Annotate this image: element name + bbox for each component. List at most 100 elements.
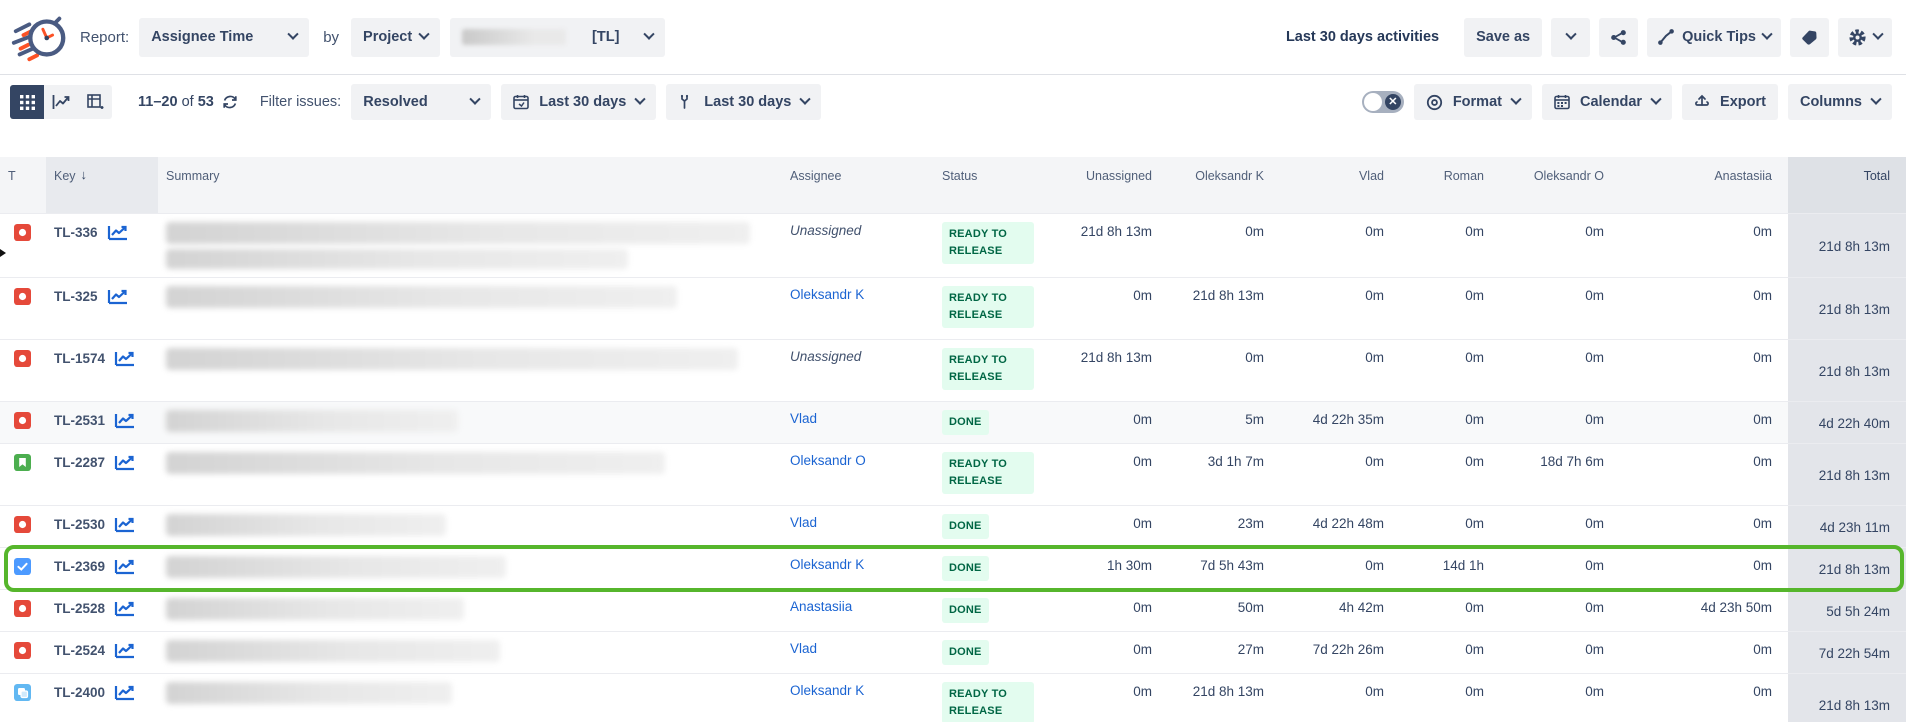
issue-row-TL-2530[interactable]: TL-2530VladDONE0m23m4d 22h 48m0m0m0m4d 2… [0, 505, 1906, 547]
assignee-link[interactable]: Vlad [790, 641, 817, 656]
column-header-total[interactable]: Total [1788, 157, 1906, 213]
summary-redacted-text [166, 514, 446, 536]
time-value-p5: 0m [1620, 278, 1788, 311]
column-header-status[interactable]: Status [934, 157, 1058, 213]
time-value-p4: 0m [1500, 340, 1620, 373]
column-header-p5[interactable]: Anastasiia [1620, 157, 1788, 213]
settings-button[interactable] [1838, 18, 1892, 57]
issue-trend-chart-icon[interactable] [114, 600, 136, 617]
save-as-button[interactable]: Save as [1464, 18, 1542, 57]
column-header-p2[interactable]: Vlad [1280, 157, 1400, 213]
issue-trend-chart-icon[interactable] [114, 684, 136, 701]
time-value-p3: 0m [1400, 402, 1500, 435]
assignee-link[interactable]: Vlad [790, 411, 817, 426]
total-time-value: 21d 8h 13m [1788, 674, 1906, 722]
assignee-link[interactable]: Oleksandr K [790, 557, 864, 572]
chevron-down-icon [800, 94, 811, 105]
time-value-p3: 0m [1400, 214, 1500, 247]
quick-tips-button[interactable]: Quick Tips [1647, 18, 1781, 57]
issue-trend-chart-icon[interactable] [114, 558, 136, 575]
issue-trend-chart-icon[interactable] [107, 288, 129, 305]
save-as-menu-button[interactable] [1551, 18, 1590, 57]
issue-trend-chart-icon[interactable] [114, 454, 136, 471]
issue-row-TL-336[interactable]: TL-336UnassignedREADY TO RELEASE21d 8h 1… [0, 213, 1906, 277]
filter-issues-label: Filter issues: [260, 94, 341, 110]
issue-trend-chart-icon[interactable] [114, 642, 136, 659]
grid-view-button[interactable] [10, 85, 44, 119]
issue-trend-chart-icon[interactable] [114, 350, 136, 367]
issue-key[interactable]: TL-2531 [54, 413, 105, 428]
issue-row-TL-325[interactable]: TL-325Oleksandr KREADY TO RELEASE0m21d 8… [0, 277, 1906, 339]
assignee-link[interactable]: Vlad [790, 515, 817, 530]
calendar-dropdown[interactable]: Calendar [1542, 84, 1672, 120]
chart-view-button[interactable] [44, 85, 78, 119]
issue-trend-chart-icon[interactable] [114, 412, 136, 429]
column-header-key[interactable]: Key↓ [46, 157, 158, 213]
compact-mode-toggle[interactable]: ✕ [1362, 91, 1404, 113]
issue-row-TL-2528[interactable]: TL-2528AnastasiiaDONE0m50m4h 42m0m0m4d 2… [0, 589, 1906, 631]
chevron-down-icon [1872, 29, 1883, 40]
column-header-p4[interactable]: Oleksandr O [1500, 157, 1620, 213]
whats-new-button[interactable] [1790, 18, 1829, 57]
export-icon [1694, 94, 1710, 110]
format-dropdown[interactable]: Format [1414, 84, 1532, 120]
group-by-dropdown[interactable]: Project [351, 18, 440, 57]
time-value-p1: 21d 8h 13m [1168, 278, 1280, 311]
column-header-type[interactable]: T [0, 157, 46, 213]
issue-key[interactable]: TL-2369 [54, 559, 105, 574]
issue-key[interactable]: TL-2528 [54, 601, 105, 616]
summary-redacted-text [166, 348, 738, 370]
share-icon [1610, 29, 1627, 46]
activities-link[interactable]: Last 30 days activities [1286, 29, 1439, 45]
assignee-link[interactable]: Oleksandr K [790, 287, 864, 302]
time-value-p4: 0m [1500, 402, 1620, 435]
date-range-dropdown[interactable]: Last 30 days [501, 84, 656, 120]
project-dropdown[interactable]: [TL] [450, 18, 665, 57]
issue-row-TL-2287[interactable]: TL-2287Oleksandr OREADY TO RELEASE0m3d 1… [0, 443, 1906, 505]
report-type-dropdown[interactable]: Assignee Time [139, 18, 309, 57]
issue-key[interactable]: TL-2530 [54, 517, 105, 532]
issue-row-TL-1574[interactable]: TL-1574UnassignedREADY TO RELEASE21d 8h … [0, 339, 1906, 401]
column-header-label: Status [942, 167, 977, 185]
issue-key[interactable]: TL-2400 [54, 685, 105, 700]
bug-type-icon [14, 600, 31, 617]
assignee-link[interactable]: Oleksandr K [790, 683, 864, 698]
column-header-p0[interactable]: Unassigned [1058, 157, 1168, 213]
issue-key[interactable]: TL-1574 [54, 351, 105, 366]
assignee-link[interactable]: Anastasiia [790, 599, 852, 614]
assignee-link[interactable]: Oleksandr O [790, 453, 866, 468]
total-time-value: 21d 8h 13m [1788, 444, 1906, 505]
issue-row-TL-2531[interactable]: TL-2531VladDONE0m5m4d 22h 35m0m0m0m4d 22… [0, 401, 1906, 443]
issue-key[interactable]: TL-2524 [54, 643, 105, 658]
share-button[interactable] [1599, 18, 1638, 57]
issue-row-TL-2524[interactable]: TL-2524VladDONE0m27m7d 22h 26m0m0m0m7d 2… [0, 631, 1906, 673]
issue-row-TL-2369[interactable]: TL-2369Oleksandr KDONE1h 30m7d 5h 43m0m1… [0, 547, 1906, 589]
refresh-button[interactable] [222, 94, 238, 110]
export-button[interactable]: Export [1682, 84, 1778, 120]
issue-trend-chart-icon[interactable] [114, 516, 136, 533]
chevron-down-icon [1565, 29, 1576, 40]
issue-key[interactable]: TL-2287 [54, 455, 105, 470]
issue-key[interactable]: TL-325 [54, 289, 98, 304]
column-header-assignee[interactable]: Assignee [782, 157, 934, 213]
chevron-down-icon [470, 94, 481, 105]
column-header-summary[interactable]: Summary [158, 157, 782, 213]
issue-row-TL-2400[interactable]: TL-2400Oleksandr KREADY TO RELEASE0m21d … [0, 673, 1906, 722]
time-value-p0: 0m [1058, 506, 1168, 539]
gear-icon [1848, 28, 1867, 47]
time-value-p2: 0m [1280, 548, 1400, 581]
columns-dropdown[interactable]: Columns [1788, 84, 1892, 120]
bug-type-icon [14, 642, 31, 659]
bug-type-icon [14, 288, 31, 305]
time-value-p0: 0m [1058, 278, 1168, 311]
refresh-icon [222, 94, 238, 110]
pivot-view-button[interactable] [78, 85, 112, 119]
format-target-icon [1426, 94, 1443, 111]
column-header-p1[interactable]: Oleksandr K [1168, 157, 1280, 213]
status-filter-dropdown[interactable]: Resolved [351, 84, 491, 120]
issue-key[interactable]: TL-336 [54, 225, 98, 240]
worklog-range-dropdown[interactable]: Last 30 days [666, 84, 821, 120]
issue-trend-chart-icon[interactable] [107, 224, 129, 241]
column-header-p3[interactable]: Roman [1400, 157, 1500, 213]
column-header-label: Key [54, 167, 76, 185]
